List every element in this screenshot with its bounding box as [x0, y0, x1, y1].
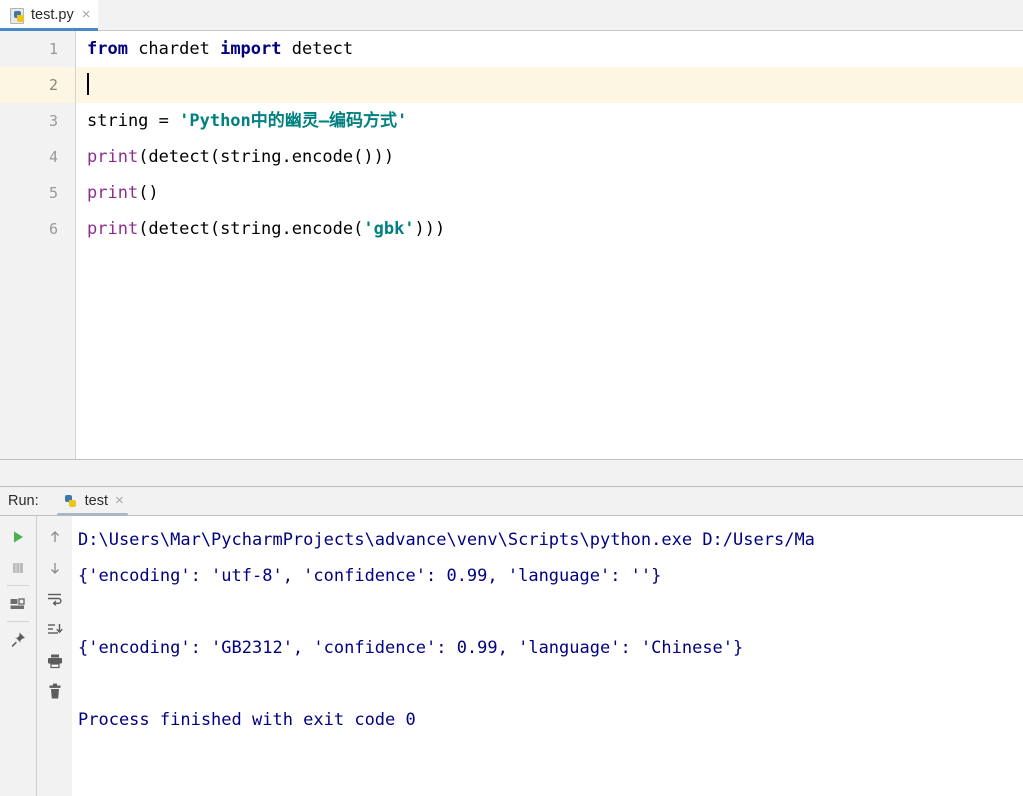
close-icon[interactable]: × [115, 493, 124, 510]
keyword-from: from [87, 39, 128, 59]
pycharm-window: test.py × 1 2 3 4 5 6 from chardet impor… [0, 0, 1023, 796]
code-line-5: print() [76, 175, 1023, 211]
run-tool-window: Run: test × D:\Users\Mar\PycharmProjects… [0, 487, 1023, 796]
soft-wrap-button[interactable] [40, 583, 70, 614]
run-tab-label: test [84, 493, 109, 509]
code-line-1: from chardet import detect [76, 31, 1023, 67]
code-line-2 [76, 67, 1023, 103]
python-file-icon [10, 7, 25, 24]
call-args: (detect(string.encode())) [138, 147, 395, 167]
code-line-3: string = 'Python中的幽灵–编码方式' [76, 103, 1023, 139]
line-number: 4 [48, 148, 58, 166]
python-run-icon [63, 494, 78, 509]
imported-name: detect [281, 39, 354, 59]
editor-tab-bar: test.py × [0, 0, 1023, 31]
line-number: 6 [48, 220, 58, 238]
call-close: ))) [414, 219, 446, 239]
function-print: print [87, 219, 139, 239]
scroll-to-end-button[interactable] [40, 614, 70, 645]
line-number-gutter: 1 2 3 4 5 6 [0, 31, 76, 459]
toolbar-separator [7, 621, 29, 622]
up-the-stack-button[interactable] [40, 521, 70, 552]
module-name: chardet [127, 39, 221, 59]
console-line: {'encoding': 'GB2312', 'confidence': 0.9… [78, 638, 744, 658]
function-print: print [87, 147, 139, 167]
run-body: D:\Users\Mar\PycharmProjects\advance\ven… [0, 516, 1023, 796]
code-editor[interactable]: 1 2 3 4 5 6 from chardet import detect s… [0, 31, 1023, 459]
console-line: {'encoding': 'utf-8', 'confidence': 0.99… [78, 566, 662, 586]
stop-button[interactable] [3, 552, 33, 583]
code-line-4: print(detect(string.encode())) [76, 139, 1023, 175]
code-line-6: print(detect(string.encode('gbk'))) [76, 211, 1023, 247]
line-number: 2 [0, 67, 75, 103]
console-output[interactable]: D:\Users\Mar\PycharmProjects\advance\ven… [72, 516, 1023, 796]
run-label: Run: [8, 493, 39, 509]
run-toolbar-right [36, 516, 72, 796]
down-the-stack-button[interactable] [40, 552, 70, 583]
close-icon[interactable]: × [80, 7, 91, 24]
editor-tab-label: test.py [31, 7, 74, 23]
string-literal-gbk: 'gbk' [363, 219, 415, 239]
console-line: D:\Users\Mar\PycharmProjects\advance\ven… [78, 530, 815, 550]
run-toolbar-left [0, 516, 36, 796]
string-literal: 'Python中的幽灵–编码方式' [179, 111, 408, 131]
thread-dump-button[interactable] [3, 588, 33, 619]
clear-all-button[interactable] [40, 676, 70, 707]
text-caret [87, 73, 89, 95]
function-print: print [87, 183, 139, 203]
rerun-button[interactable] [3, 521, 33, 552]
call-args: (detect(string.encode( [138, 219, 364, 239]
line-number: 5 [48, 184, 58, 202]
keyword-import: import [220, 39, 282, 59]
editor-tab-test-py[interactable]: test.py × [0, 0, 99, 31]
line-number: 1 [48, 40, 58, 58]
code-area[interactable]: from chardet import detect string = 'Pyt… [76, 31, 1023, 459]
run-tab-test[interactable]: test × [53, 487, 132, 516]
toolbar-separator [7, 585, 29, 586]
call-args: () [138, 183, 159, 203]
run-tool-window-header: Run: test × [0, 487, 1023, 516]
print-button[interactable] [40, 645, 70, 676]
assignment: string = [87, 111, 180, 131]
editor-console-splitter[interactable] [0, 459, 1023, 487]
pin-tab-button[interactable] [3, 624, 33, 655]
console-line: Process finished with exit code 0 [78, 710, 416, 730]
line-number: 3 [48, 112, 58, 130]
